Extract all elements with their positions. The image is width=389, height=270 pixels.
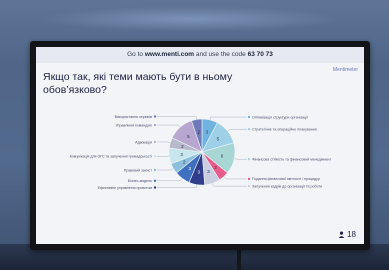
pie-leader-line bbox=[212, 183, 247, 187]
legend-dot bbox=[153, 140, 157, 144]
join-url: www.menti.com bbox=[144, 51, 195, 58]
legend-dot bbox=[247, 128, 251, 131]
pie-leader-line bbox=[234, 158, 247, 160]
pie-slice-label: Залучення кадрів до організації та робот… bbox=[252, 184, 322, 188]
pie-slice-label: Подання фінансової звітності / процедур bbox=[252, 177, 320, 181]
pie-slice-label: Ефективне управління проєктом bbox=[98, 186, 153, 190]
pie-leader-line bbox=[223, 176, 247, 180]
legend-dot bbox=[247, 177, 251, 181]
legend-dot bbox=[153, 123, 157, 127]
legend-dot bbox=[247, 158, 251, 161]
pie-chart: 3Оптимізація структури організації5Страт… bbox=[70, 115, 332, 190]
pie-leader-line bbox=[157, 116, 197, 120]
brand-label: Mentimeter bbox=[332, 67, 358, 73]
mentimeter-logo: Mentimeter bbox=[333, 67, 358, 73]
pie-slice-label: Стратегічне та операційне планування bbox=[252, 128, 317, 132]
pie-slice-label: Управління командою bbox=[115, 123, 152, 127]
pie-slice-label: Адвокація bbox=[135, 140, 152, 144]
pie-leader-line bbox=[157, 178, 183, 181]
legend-dot bbox=[153, 115, 157, 118]
join-prefix: Go to bbox=[127, 51, 145, 58]
presentation-slide: Go to www.menti.com and use the code 63 … bbox=[36, 47, 364, 244]
pie-slice-label: Оптимізація структури організації bbox=[252, 115, 308, 119]
join-instructions-bar: Go to www.menti.com and use the code 63 … bbox=[36, 47, 364, 63]
participant-count: 18 bbox=[338, 230, 356, 239]
pie-slice-label: Правовий захист bbox=[124, 168, 153, 172]
join-middle: and use the code bbox=[194, 51, 248, 58]
legend-dot bbox=[153, 168, 157, 172]
legend-dot bbox=[153, 186, 157, 189]
legend-dot bbox=[153, 179, 157, 182]
legend-dot bbox=[153, 155, 157, 158]
ceiling-light-glow bbox=[40, 6, 340, 32]
pie-leader-line bbox=[157, 184, 197, 188]
join-code: 63 70 73 bbox=[247, 51, 273, 58]
legend-dot bbox=[247, 184, 251, 188]
pie-slice-label: Комунікація для ОГС та залучення громадс… bbox=[70, 155, 152, 159]
pie-leader-line bbox=[209, 116, 247, 121]
pie-slice-label: Фінансова стійкість та фінансовий менедж… bbox=[252, 158, 332, 162]
participant-count-value: 18 bbox=[347, 230, 356, 239]
pie-leader-line bbox=[157, 168, 174, 171]
pie-leader-line bbox=[157, 141, 171, 144]
people-icon bbox=[338, 231, 345, 238]
tv-screen: Go to www.menti.com and use the code 63 … bbox=[30, 41, 370, 250]
pie-leader-line bbox=[227, 129, 247, 132]
question-title: Якщо так, які теми мають бути в ньому об… bbox=[43, 71, 233, 96]
legend-dot bbox=[247, 115, 251, 119]
tv-stand-cable bbox=[237, 248, 241, 270]
pie-slice-label: Бізнес-модель bbox=[128, 179, 152, 183]
pie-leader-line bbox=[157, 124, 181, 128]
pie-slice-label: Використання сервісів bbox=[115, 115, 152, 119]
